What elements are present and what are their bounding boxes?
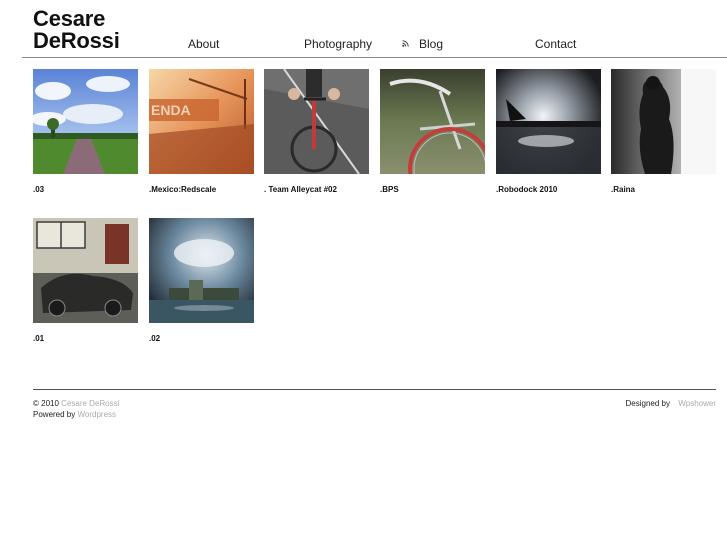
designed-by-text: Designed by — [625, 399, 670, 408]
gallery-item[interactable]: . Team Alleycat #02 — [264, 69, 369, 196]
site-title-line1: Cesare — [33, 6, 106, 31]
wordpress-link[interactable]: Wordpress — [77, 410, 116, 419]
rss-icon — [402, 40, 409, 47]
photo-caption[interactable]: . Team Alleycat #02 — [264, 184, 369, 196]
designer-link[interactable]: Wpshower — [678, 399, 716, 408]
nav-item-blog[interactable]: Blog — [419, 36, 443, 52]
photo-caption[interactable]: .Raina — [611, 184, 716, 196]
gallery-item[interactable]: .Robodock 2010 — [496, 69, 601, 196]
photo-caption[interactable]: .01 — [33, 333, 138, 345]
photo-caption[interactable]: .02 — [149, 333, 254, 345]
gallery-item[interactable]: .BPS — [380, 69, 485, 196]
nav-item-photography[interactable]: Photography — [304, 36, 372, 52]
photo-thumbnail[interactable] — [380, 69, 485, 174]
photo-thumbnail[interactable]: ENDA — [149, 69, 254, 174]
copyright-text: © 2010 — [33, 399, 59, 408]
gallery-item[interactable]: .03 — [33, 69, 138, 196]
powered-by-line: Powered by Wordpress — [33, 409, 119, 420]
header-divider — [22, 57, 727, 58]
photo-caption[interactable]: .03 — [33, 184, 138, 196]
copyright-line: © 2010 Cesare DeRossi — [33, 398, 119, 409]
svg-text:ENDA: ENDA — [151, 102, 191, 118]
gallery-item[interactable]: .Raina — [611, 69, 716, 196]
photo-thumbnail[interactable] — [33, 69, 138, 174]
nav-item-about[interactable]: About — [188, 36, 219, 52]
photo-thumbnail[interactable] — [611, 69, 716, 174]
photo-thumbnail[interactable] — [33, 218, 138, 323]
photo-thumbnail[interactable] — [149, 218, 254, 323]
photo-caption[interactable]: .Mexico:Redscale — [149, 184, 254, 196]
powered-by-text: Powered by — [33, 410, 76, 419]
gallery-item[interactable]: ENDA .Mexico:Redscale — [149, 69, 254, 196]
main-nav: About Photography Blog Contact — [0, 36, 727, 52]
author-link[interactable]: Cesare DeRossi — [61, 399, 119, 408]
designer-credit: Designed by Wpshower — [625, 398, 716, 409]
photo-thumbnail[interactable] — [496, 69, 601, 174]
footer-credits: © 2010 Cesare DeRossi Powered by Wordpre… — [33, 398, 119, 420]
gallery-item[interactable]: .02 — [149, 218, 254, 345]
footer-divider — [33, 389, 716, 390]
photo-caption[interactable]: .Robodock 2010 — [496, 184, 601, 196]
photo-thumbnail[interactable] — [264, 69, 369, 174]
nav-item-contact[interactable]: Contact — [535, 36, 576, 52]
photo-caption[interactable]: .BPS — [380, 184, 485, 196]
gallery-item[interactable]: .01 — [33, 218, 138, 345]
